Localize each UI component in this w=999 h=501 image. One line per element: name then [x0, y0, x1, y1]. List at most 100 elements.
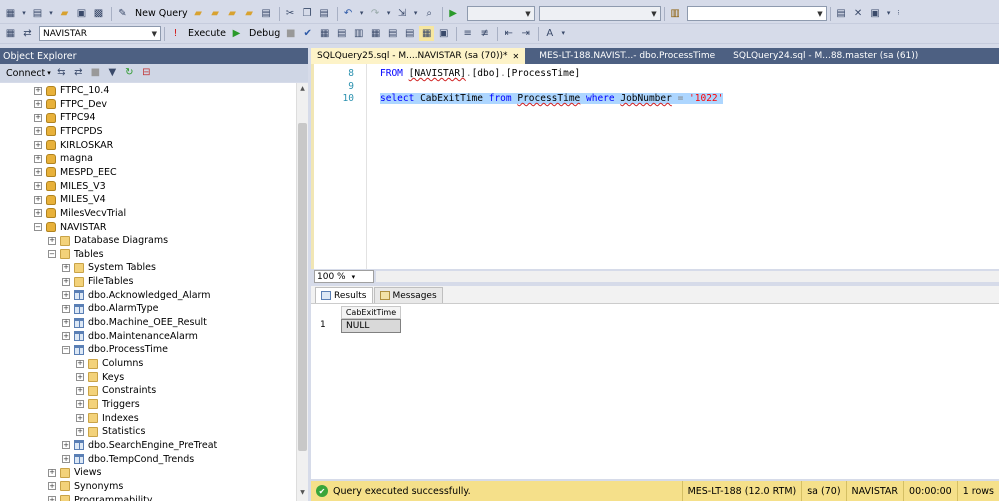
- connect-icon[interactable]: ⇆: [54, 66, 69, 81]
- row-number[interactable]: 1: [315, 319, 341, 332]
- cut-icon[interactable]: ✂: [283, 6, 298, 21]
- intellisense-icon[interactable]: ▥: [351, 26, 366, 41]
- tree-node[interactable]: + Views: [48, 466, 102, 479]
- dropdown-arrow-icon[interactable]: ▾: [358, 6, 366, 21]
- scroll-up-icon[interactable]: ▲: [297, 85, 308, 95]
- navigate-icon[interactable]: ⇲: [395, 6, 410, 21]
- expand-node-icon[interactable]: +: [34, 113, 42, 122]
- mdx-query-icon[interactable]: ▰: [225, 6, 240, 21]
- close-icon[interactable]: ✕: [513, 52, 520, 61]
- tree-node[interactable]: + Triggers: [76, 398, 140, 411]
- expand-node-icon[interactable]: +: [34, 127, 42, 136]
- expand-node-icon[interactable]: +: [48, 496, 56, 501]
- object-explorer-icon[interactable]: ▦: [3, 26, 18, 41]
- result-cell[interactable]: NULL: [341, 319, 401, 333]
- results-to-grid-icon[interactable]: ▦: [419, 26, 435, 41]
- open-file-icon[interactable]: ▰: [57, 6, 72, 21]
- uncomment-icon[interactable]: ≢: [477, 26, 492, 41]
- tab-processtime[interactable]: MES-LT-188.NAVIST...- dbo.ProcessTime: [533, 48, 721, 64]
- expand-node-icon[interactable]: +: [34, 100, 42, 109]
- tree-node[interactable]: + Synonyms: [48, 480, 123, 493]
- tree-node[interactable]: + Columns: [76, 357, 143, 370]
- tree-node[interactable]: + System Tables: [62, 261, 156, 274]
- collapse-node-icon[interactable]: −: [62, 345, 70, 354]
- results-to-text-icon[interactable]: ▤: [402, 26, 417, 41]
- tree-node[interactable]: + Database Diagrams: [48, 234, 168, 247]
- expand-node-icon[interactable]: +: [34, 182, 42, 191]
- tab-results[interactable]: Results: [315, 287, 373, 303]
- tree-node[interactable]: + FTPC94: [34, 111, 96, 124]
- expand-node-icon[interactable]: +: [62, 332, 70, 341]
- tree-node[interactable]: + MILES_V4: [34, 193, 106, 206]
- expand-node-icon[interactable]: +: [48, 482, 56, 491]
- collapse-node-icon[interactable]: −: [48, 250, 56, 259]
- tab-sqlquery25[interactable]: SQLQuery25.sql - M....NAVISTAR (sa (70))…: [311, 48, 526, 64]
- tree-node[interactable]: + dbo.Acknowledged_Alarm: [62, 289, 211, 302]
- collapse-icon[interactable]: ⊟: [139, 66, 154, 81]
- tree-node[interactable]: + Indexes: [76, 412, 139, 425]
- include-plan-icon[interactable]: ▦: [368, 26, 383, 41]
- solution-config-dropdown[interactable]: ▼: [466, 6, 535, 21]
- tree-node[interactable]: + FTPC_10.4: [34, 84, 109, 97]
- expand-node-icon[interactable]: +: [76, 373, 84, 382]
- expand-node-icon[interactable]: +: [48, 236, 56, 245]
- editor-horizontal-scrollbar[interactable]: [376, 271, 999, 282]
- change-connection-icon[interactable]: ⇄: [20, 26, 35, 41]
- find-in-files-icon[interactable]: ▥: [668, 6, 683, 21]
- tree-scrollbar[interactable]: ▲ ▼: [296, 83, 308, 501]
- execute-icon[interactable]: !: [168, 26, 183, 41]
- toolbar-options-icon[interactable]: ⁝: [895, 6, 903, 21]
- parse-icon[interactable]: ✔: [300, 26, 315, 41]
- tree-node[interactable]: + Constraints: [76, 384, 156, 397]
- collapse-node-icon[interactable]: −: [34, 223, 42, 231]
- debug-button[interactable]: Debug: [246, 26, 283, 42]
- tree-node[interactable]: + dbo.SearchEngine_PreTreat: [62, 439, 217, 452]
- display-plan-icon[interactable]: ▦: [317, 26, 332, 41]
- expand-node-icon[interactable]: +: [34, 168, 42, 177]
- tab-messages[interactable]: Messages: [373, 287, 443, 303]
- refresh-icon[interactable]: ↻: [122, 66, 137, 81]
- tree-node[interactable]: + dbo.MaintenanceAlarm: [62, 330, 198, 343]
- expand-node-icon[interactable]: +: [34, 209, 42, 218]
- tree-node[interactable]: − NAVISTAR: [34, 221, 107, 234]
- cancel-query-icon[interactable]: ■: [283, 26, 298, 41]
- execute-button[interactable]: Execute: [185, 26, 229, 42]
- save-all-icon[interactable]: ▩: [91, 6, 106, 21]
- tab-sqlquery24[interactable]: SQLQuery24.sql - M...88.master (sa (61)): [727, 48, 924, 64]
- find-icon[interactable]: ⌕: [422, 6, 437, 21]
- tree-node[interactable]: + FileTables: [62, 275, 133, 288]
- increase-indent-icon[interactable]: ⇥: [518, 26, 533, 41]
- new-project-icon[interactable]: ▦: [3, 6, 18, 21]
- tree-node[interactable]: + FTPCPDS: [34, 125, 103, 138]
- expand-node-icon[interactable]: +: [48, 468, 56, 477]
- tree-node[interactable]: + MILES_V3: [34, 180, 106, 193]
- tree-node[interactable]: − dbo.ProcessTime: [62, 343, 168, 356]
- scroll-thumb[interactable]: [298, 123, 307, 451]
- new-query-button[interactable]: New Query: [132, 6, 191, 22]
- client-stats-icon[interactable]: ▤: [385, 26, 400, 41]
- disconnect-icon[interactable]: ⇄: [71, 66, 86, 81]
- zoom-dropdown[interactable]: 100 % ▾: [314, 270, 374, 283]
- dropdown-arrow-icon[interactable]: ▾: [885, 6, 893, 21]
- undo-icon[interactable]: ↶: [341, 6, 356, 21]
- tree-node[interactable]: + FTPC_Dev: [34, 98, 107, 111]
- expand-node-icon[interactable]: +: [62, 455, 70, 464]
- specify-values-icon[interactable]: A: [542, 26, 557, 41]
- dropdown-arrow-icon[interactable]: ▾: [412, 6, 420, 21]
- debug-icon[interactable]: ▶: [229, 26, 244, 41]
- expand-node-icon[interactable]: +: [62, 318, 70, 327]
- query-designer-icon[interactable]: ▤: [334, 26, 349, 41]
- redo-icon[interactable]: ↷: [368, 6, 383, 21]
- tree-node[interactable]: + dbo.TempCond_Trends: [62, 453, 194, 466]
- expand-node-icon[interactable]: +: [76, 427, 84, 436]
- tree-node[interactable]: + Keys: [76, 371, 124, 384]
- expand-node-icon[interactable]: +: [34, 86, 42, 95]
- start-debug-icon[interactable]: ▶: [446, 6, 461, 21]
- dropdown-arrow-icon[interactable]: ▾: [385, 6, 393, 21]
- paste-icon[interactable]: ▤: [317, 6, 332, 21]
- expand-node-icon[interactable]: +: [34, 154, 42, 163]
- dropdown-arrow-icon[interactable]: ▾: [559, 26, 567, 41]
- expand-node-icon[interactable]: +: [62, 263, 70, 272]
- expand-node-icon[interactable]: +: [34, 141, 42, 150]
- analysis-query-icon[interactable]: ▰: [208, 6, 223, 21]
